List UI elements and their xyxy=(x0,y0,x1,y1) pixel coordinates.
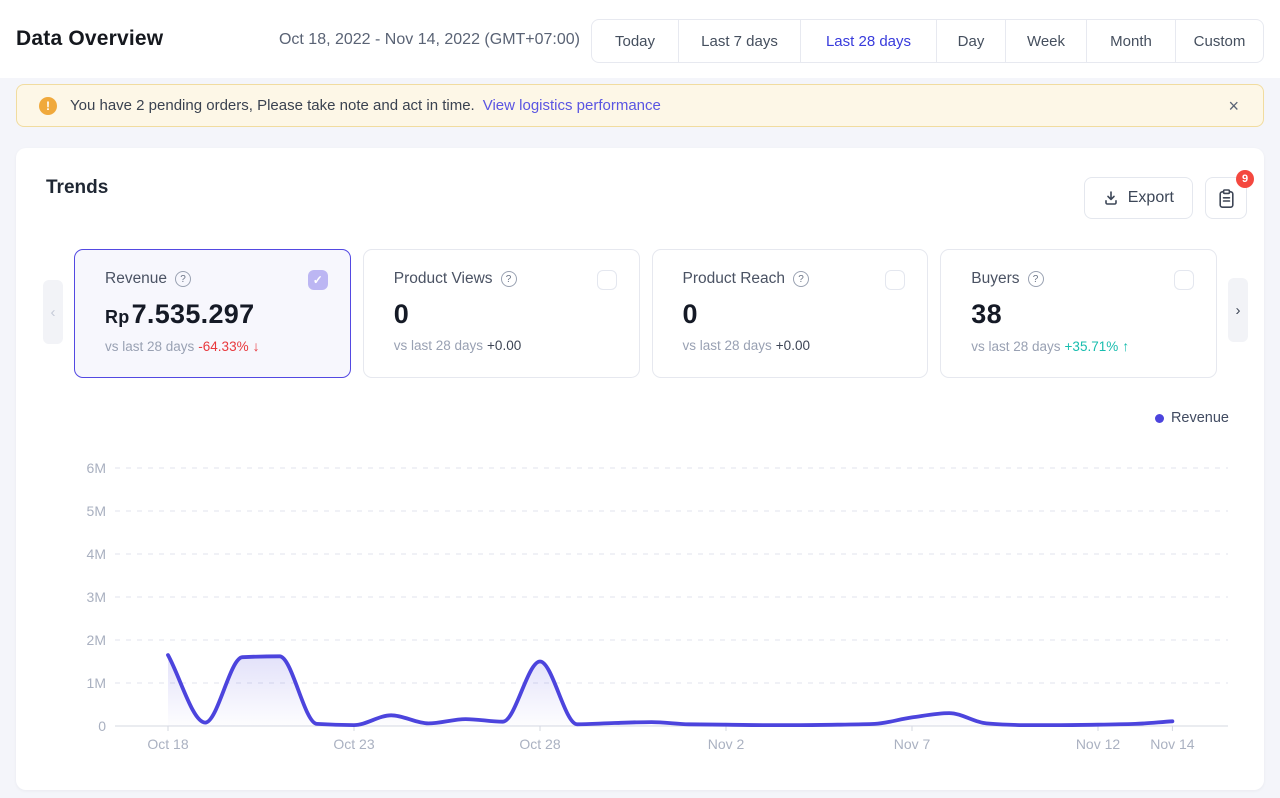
svg-text:0: 0 xyxy=(98,718,106,734)
svg-text:Oct 23: Oct 23 xyxy=(333,736,374,752)
carousel-next-button[interactable]: › xyxy=(1228,278,1248,342)
page-header: Data Overview Oct 18, 2022 - Nov 14, 202… xyxy=(0,0,1280,78)
svg-text:Nov 14: Nov 14 xyxy=(1150,736,1195,752)
card-delta: +0.00 xyxy=(487,338,521,353)
revenue-chart: 0 1M 2M 3M 4M 5M 6M Oct 18 Oct 23 Oct 28 Nov 2 Nov … xyxy=(16,430,1264,775)
card-delta: +35.71% xyxy=(1065,339,1119,354)
card-value: 0 xyxy=(683,299,906,330)
card-compare-label: vs last 28 days xyxy=(971,339,1060,354)
time-filter-tabs: Today Last 7 days Last 28 days Day Week … xyxy=(591,19,1264,63)
card-compare-label: vs last 28 days xyxy=(394,338,483,353)
help-icon[interactable]: ? xyxy=(1028,271,1044,287)
card-buyers[interactable]: Buyers ? 38 vs last 28 days +35.71% ↑ xyxy=(940,249,1217,378)
svg-text:Nov 7: Nov 7 xyxy=(894,736,931,752)
card-compare-label: vs last 28 days xyxy=(683,338,772,353)
help-icon[interactable]: ? xyxy=(175,271,191,287)
tab-last-28-days[interactable]: Last 28 days xyxy=(800,20,936,62)
tab-month[interactable]: Month xyxy=(1086,20,1175,62)
clipboard-icon xyxy=(1217,188,1236,209)
svg-text:1M: 1M xyxy=(87,675,106,691)
tab-today[interactable]: Today xyxy=(592,20,678,62)
card-value: Rp 7.535.297 xyxy=(105,299,328,330)
card-product-views[interactable]: Product Views ? 0 vs last 28 days +0.00 xyxy=(363,249,640,378)
trends-title: Trends xyxy=(46,177,108,199)
chart-legend: Revenue xyxy=(1155,410,1229,426)
export-label: Export xyxy=(1128,189,1174,207)
card-checkbox[interactable] xyxy=(885,270,905,290)
help-icon[interactable]: ? xyxy=(793,271,809,287)
card-revenue[interactable]: Revenue ? ✓ Rp 7.535.297 vs last 28 days… xyxy=(74,249,351,378)
chart-area: 0 1M 2M 3M 4M 5M 6M Oct 18 Oct 23 Oct 28 Nov 2 Nov … xyxy=(16,430,1264,775)
check-icon: ✓ xyxy=(313,273,323,287)
chevron-right-icon: › xyxy=(1236,302,1241,319)
card-checkbox[interactable] xyxy=(597,270,617,290)
svg-text:Oct 28: Oct 28 xyxy=(519,736,560,752)
help-icon[interactable]: ? xyxy=(501,271,517,287)
banner-message: You have 2 pending orders, Please take n… xyxy=(70,97,475,114)
metric-cards: Revenue ? ✓ Rp 7.535.297 vs last 28 days… xyxy=(74,249,1217,378)
legend-dot xyxy=(1155,414,1164,423)
card-product-reach[interactable]: Product Reach ? 0 vs last 28 days +0.00 xyxy=(652,249,929,378)
tab-last-7-days[interactable]: Last 7 days xyxy=(678,20,800,62)
warning-icon: ! xyxy=(39,97,57,115)
svg-text:Nov 2: Nov 2 xyxy=(708,736,745,752)
svg-text:3M: 3M xyxy=(87,589,106,605)
svg-text:6M: 6M xyxy=(87,460,106,476)
tab-day[interactable]: Day xyxy=(936,20,1005,62)
card-label: Revenue xyxy=(105,270,167,288)
logistics-link[interactable]: View logistics performance xyxy=(483,97,661,114)
page-title: Data Overview xyxy=(16,27,163,51)
delta-down-icon: ↓ xyxy=(253,338,260,354)
delta-up-icon: ↑ xyxy=(1122,338,1129,354)
svg-text:2M: 2M xyxy=(87,632,106,648)
legend-label: Revenue xyxy=(1171,410,1229,426)
card-checkbox[interactable] xyxy=(1174,270,1194,290)
export-button[interactable]: Export xyxy=(1084,177,1193,219)
date-range-label: Oct 18, 2022 - Nov 14, 2022 (GMT+07:00) xyxy=(279,31,580,49)
card-compare-label: vs last 28 days xyxy=(105,339,194,354)
warning-banner: ! You have 2 pending orders, Please take… xyxy=(16,84,1264,127)
card-label: Product Reach xyxy=(683,270,786,288)
svg-text:4M: 4M xyxy=(87,546,106,562)
trends-panel: Trends Export 9 ‹ › Revenue ? xyxy=(16,148,1264,790)
chevron-left-icon: ‹ xyxy=(51,304,56,321)
card-value: 0 xyxy=(394,299,617,330)
svg-text:5M: 5M xyxy=(87,503,106,519)
card-checkbox[interactable]: ✓ xyxy=(308,270,328,290)
close-icon[interactable]: × xyxy=(1224,95,1243,117)
card-value: 38 xyxy=(971,299,1194,330)
carousel-prev-button[interactable]: ‹ xyxy=(43,280,63,344)
clipboard-button[interactable]: 9 xyxy=(1205,177,1247,219)
card-label: Product Views xyxy=(394,270,493,288)
tab-custom[interactable]: Custom xyxy=(1175,20,1263,62)
card-delta: +0.00 xyxy=(776,338,810,353)
svg-text:Nov 12: Nov 12 xyxy=(1076,736,1121,752)
notification-badge: 9 xyxy=(1236,170,1254,188)
card-label: Buyers xyxy=(971,270,1019,288)
card-delta: -64.33% xyxy=(198,339,248,354)
tab-week[interactable]: Week xyxy=(1005,20,1086,62)
download-icon xyxy=(1103,190,1119,206)
card-value-prefix: Rp xyxy=(105,307,130,328)
svg-text:Oct 18: Oct 18 xyxy=(147,736,188,752)
